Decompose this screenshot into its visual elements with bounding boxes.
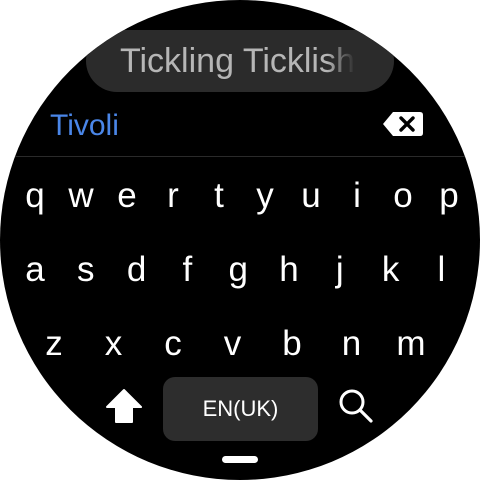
- key-g[interactable]: g: [218, 242, 258, 298]
- key-t[interactable]: t: [199, 168, 239, 224]
- key-o[interactable]: o: [383, 168, 423, 224]
- backspace-icon: [383, 112, 423, 136]
- key-x[interactable]: x: [94, 316, 134, 372]
- key-y[interactable]: y: [245, 168, 285, 224]
- key-e[interactable]: e: [107, 168, 147, 224]
- key-w[interactable]: w: [61, 168, 101, 224]
- key-v[interactable]: v: [213, 316, 253, 372]
- key-q[interactable]: q: [15, 168, 55, 224]
- key-s[interactable]: s: [66, 242, 106, 298]
- key-b[interactable]: b: [272, 316, 312, 372]
- keyboard-screen: Tickling Ticklish Tivoli qwertyuiop asdfg…: [0, 0, 480, 480]
- input-divider: [0, 156, 480, 157]
- suggestion-text: Tickling Ticklish: [120, 42, 355, 80]
- key-f[interactable]: f: [167, 242, 207, 298]
- shift-arrow-icon: [106, 389, 142, 423]
- key-r[interactable]: r: [153, 168, 193, 224]
- key-m[interactable]: m: [391, 316, 431, 372]
- key-z[interactable]: z: [34, 316, 74, 372]
- key-i[interactable]: i: [337, 168, 377, 224]
- key-n[interactable]: n: [332, 316, 372, 372]
- key-u[interactable]: u: [291, 168, 331, 224]
- key-d[interactable]: d: [117, 242, 157, 298]
- search-button[interactable]: [336, 384, 376, 428]
- typed-text[interactable]: Tivoli: [50, 104, 119, 148]
- key-p[interactable]: p: [429, 168, 469, 224]
- key-h[interactable]: h: [269, 242, 309, 298]
- home-indicator[interactable]: [222, 456, 258, 463]
- key-k[interactable]: k: [371, 242, 411, 298]
- key-a[interactable]: a: [15, 242, 55, 298]
- key-c[interactable]: c: [153, 316, 193, 372]
- key-j[interactable]: j: [320, 242, 360, 298]
- key-l[interactable]: l: [421, 242, 461, 298]
- suggestion-chip[interactable]: Tickling Ticklish: [86, 30, 394, 92]
- search-icon: [339, 389, 373, 423]
- backspace-button[interactable]: [382, 111, 424, 137]
- shift-button[interactable]: [104, 384, 144, 428]
- language-button[interactable]: EN(UK): [163, 377, 318, 441]
